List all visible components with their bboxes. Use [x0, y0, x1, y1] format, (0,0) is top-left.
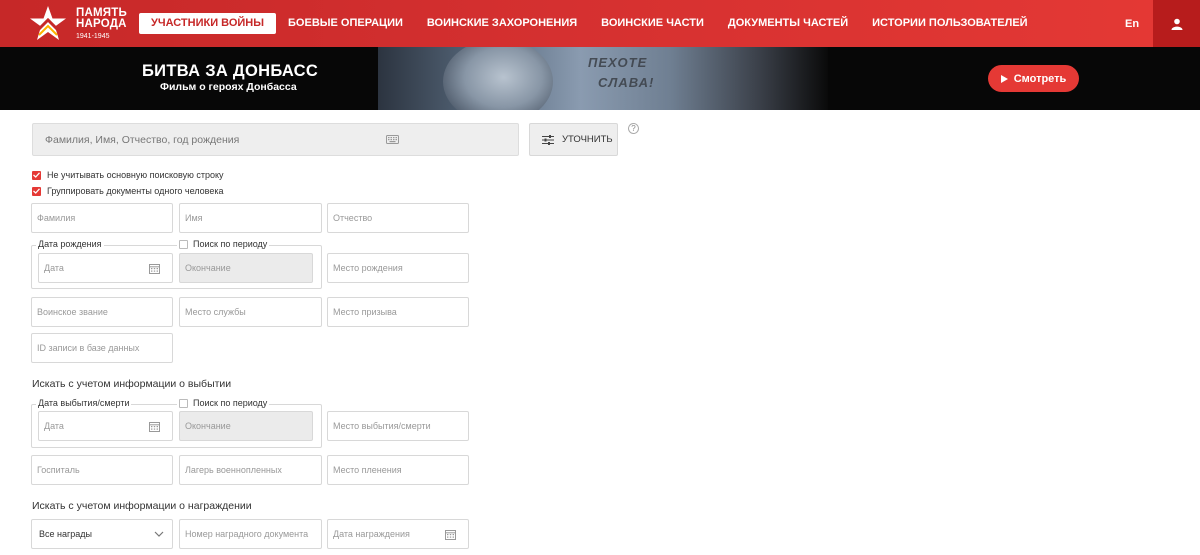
logo-years: 1941-1945 — [76, 33, 110, 40]
departure-end-field — [179, 411, 313, 441]
keyboard-icon[interactable] — [386, 135, 399, 144]
sliders-icon — [542, 134, 554, 145]
engraving-line1: ПЕХОТЕ — [588, 55, 648, 70]
capture-place-input[interactable] — [333, 456, 463, 484]
banner-image: ПЕХОТЕ СЛАВА! — [378, 47, 828, 110]
departure-period-label: Поиск по периоду — [193, 398, 268, 408]
award-date-input[interactable] — [333, 520, 463, 548]
nav-item-unit-documents[interactable]: ДОКУМЕНТЫ ЧАСТЕЙ — [716, 13, 860, 34]
ignore-main-option[interactable]: Не учитывать основную поисковую строку — [32, 170, 224, 180]
main-search-box — [32, 123, 519, 156]
refine-button[interactable]: УТОЧНИТЬ — [529, 123, 618, 156]
patronymic-field — [327, 203, 469, 233]
birth-place-field — [327, 253, 469, 283]
star-logo-icon — [30, 6, 66, 40]
logo-text: ПАМЯТЬ НАРОДА — [76, 8, 127, 29]
birth-end-field — [179, 253, 313, 283]
draft-place-field — [327, 297, 469, 327]
departure-section-title: Искать с учетом информации о выбытии — [32, 378, 232, 390]
birth-place-input[interactable] — [333, 254, 463, 282]
nav-item-units[interactable]: ВОИНСКИЕ ЧАСТИ — [589, 13, 716, 34]
name-field — [179, 203, 322, 233]
nav-item-participants[interactable]: УЧАСТНИКИ ВОЙНЫ — [139, 13, 277, 34]
patronymic-input[interactable] — [333, 204, 463, 232]
surname-field — [31, 203, 173, 233]
surname-input[interactable] — [37, 204, 167, 232]
promo-banner: ПЕХОТЕ СЛАВА! БИТВА ЗА ДОНБАСС Фильм о г… — [0, 47, 1200, 110]
award-date-field — [327, 519, 469, 549]
record-id-field — [31, 333, 173, 363]
departure-place-field — [327, 411, 469, 441]
nav-item-user-stories[interactable]: ИСТОРИИ ПОЛЬЗОВАТЕЛЕЙ — [860, 13, 1039, 34]
calendar-icon[interactable] — [445, 529, 456, 540]
checkbox-checked-icon[interactable] — [32, 186, 41, 196]
logo-line2: НАРОДА — [76, 17, 127, 30]
banner-subtitle: Фильм о героях Донбасса — [160, 81, 297, 93]
rank-field — [31, 297, 173, 327]
checkbox-checked-icon[interactable] — [32, 170, 41, 180]
watch-button[interactable]: Смотреть — [988, 65, 1079, 92]
departure-date-legend: Дата выбытия/смерти — [36, 398, 132, 408]
nav-item-operations[interactable]: БОЕВЫЕ ОПЕРАЦИИ — [276, 13, 415, 34]
awards-section-title: Искать с учетом информации о награждении — [32, 500, 252, 512]
banner-engraving: ПЕХОТЕ СЛАВА! — [588, 53, 654, 93]
ignore-main-label: Не учитывать основную поисковую строку — [47, 170, 224, 180]
service-place-field — [179, 297, 322, 327]
checkbox-unchecked-icon[interactable] — [179, 398, 188, 408]
hospital-field — [31, 455, 173, 485]
calendar-icon[interactable] — [149, 421, 160, 432]
logo-line1: ПАМЯТЬ — [76, 7, 127, 19]
checkbox-unchecked-icon[interactable] — [179, 239, 188, 249]
record-id-input[interactable] — [37, 334, 167, 362]
calendar-icon[interactable] — [149, 263, 160, 274]
language-switch[interactable]: En — [1125, 18, 1139, 30]
capture-place-field — [327, 455, 469, 485]
watch-button-label: Смотреть — [1013, 72, 1067, 85]
birth-period-option[interactable]: Поиск по периоду — [177, 239, 270, 249]
departure-period-option[interactable]: Поиск по периоду — [177, 398, 270, 408]
birth-date-field — [38, 253, 173, 283]
user-icon — [1171, 18, 1182, 30]
site-logo[interactable]: ПАМЯТЬ НАРОДА 1941-1945 — [28, 5, 128, 43]
main-search-input[interactable] — [45, 124, 385, 155]
pow-camp-field — [179, 455, 322, 485]
refine-button-label: УТОЧНИТЬ — [562, 134, 613, 145]
nav-item-burials[interactable]: ВОИНСКИЕ ЗАХОРОНЕНИЯ — [415, 13, 589, 34]
awards-select-value: Все награды — [39, 529, 92, 539]
hospital-input[interactable] — [37, 456, 167, 484]
group-docs-label: Группировать документы одного человека — [47, 186, 224, 196]
banner-title: БИТВА ЗА ДОНБАСС — [142, 62, 319, 80]
birth-date-legend: Дата рождения — [36, 239, 104, 249]
departure-end-input — [185, 412, 307, 440]
engraving-line2: СЛАВА! — [598, 75, 655, 90]
name-input[interactable] — [185, 204, 316, 232]
main-nav: УЧАСТНИКИ ВОЙНЫ БОЕВЫЕ ОПЕРАЦИИ ВОИНСКИЕ… — [139, 13, 1040, 34]
help-icon[interactable]: ? — [628, 123, 639, 134]
soldier-monument-image — [443, 47, 553, 110]
birth-period-label: Поиск по периоду — [193, 239, 268, 249]
pow-camp-input[interactable] — [185, 456, 316, 484]
birth-end-input — [185, 254, 307, 282]
departure-place-input[interactable] — [333, 412, 463, 440]
departure-date-field — [38, 411, 173, 441]
user-button[interactable] — [1153, 0, 1200, 47]
service-place-input[interactable] — [185, 298, 316, 326]
award-doc-number-field — [179, 519, 322, 549]
top-header: ПАМЯТЬ НАРОДА 1941-1945 УЧАСТНИКИ ВОЙНЫ … — [0, 0, 1200, 47]
play-icon — [1000, 74, 1008, 83]
award-doc-number-input[interactable] — [185, 520, 316, 548]
chevron-down-icon — [154, 531, 164, 537]
rank-input[interactable] — [37, 298, 167, 326]
awards-select[interactable]: Все награды — [31, 519, 173, 549]
group-docs-option[interactable]: Группировать документы одного человека — [32, 186, 224, 196]
draft-place-input[interactable] — [333, 298, 463, 326]
